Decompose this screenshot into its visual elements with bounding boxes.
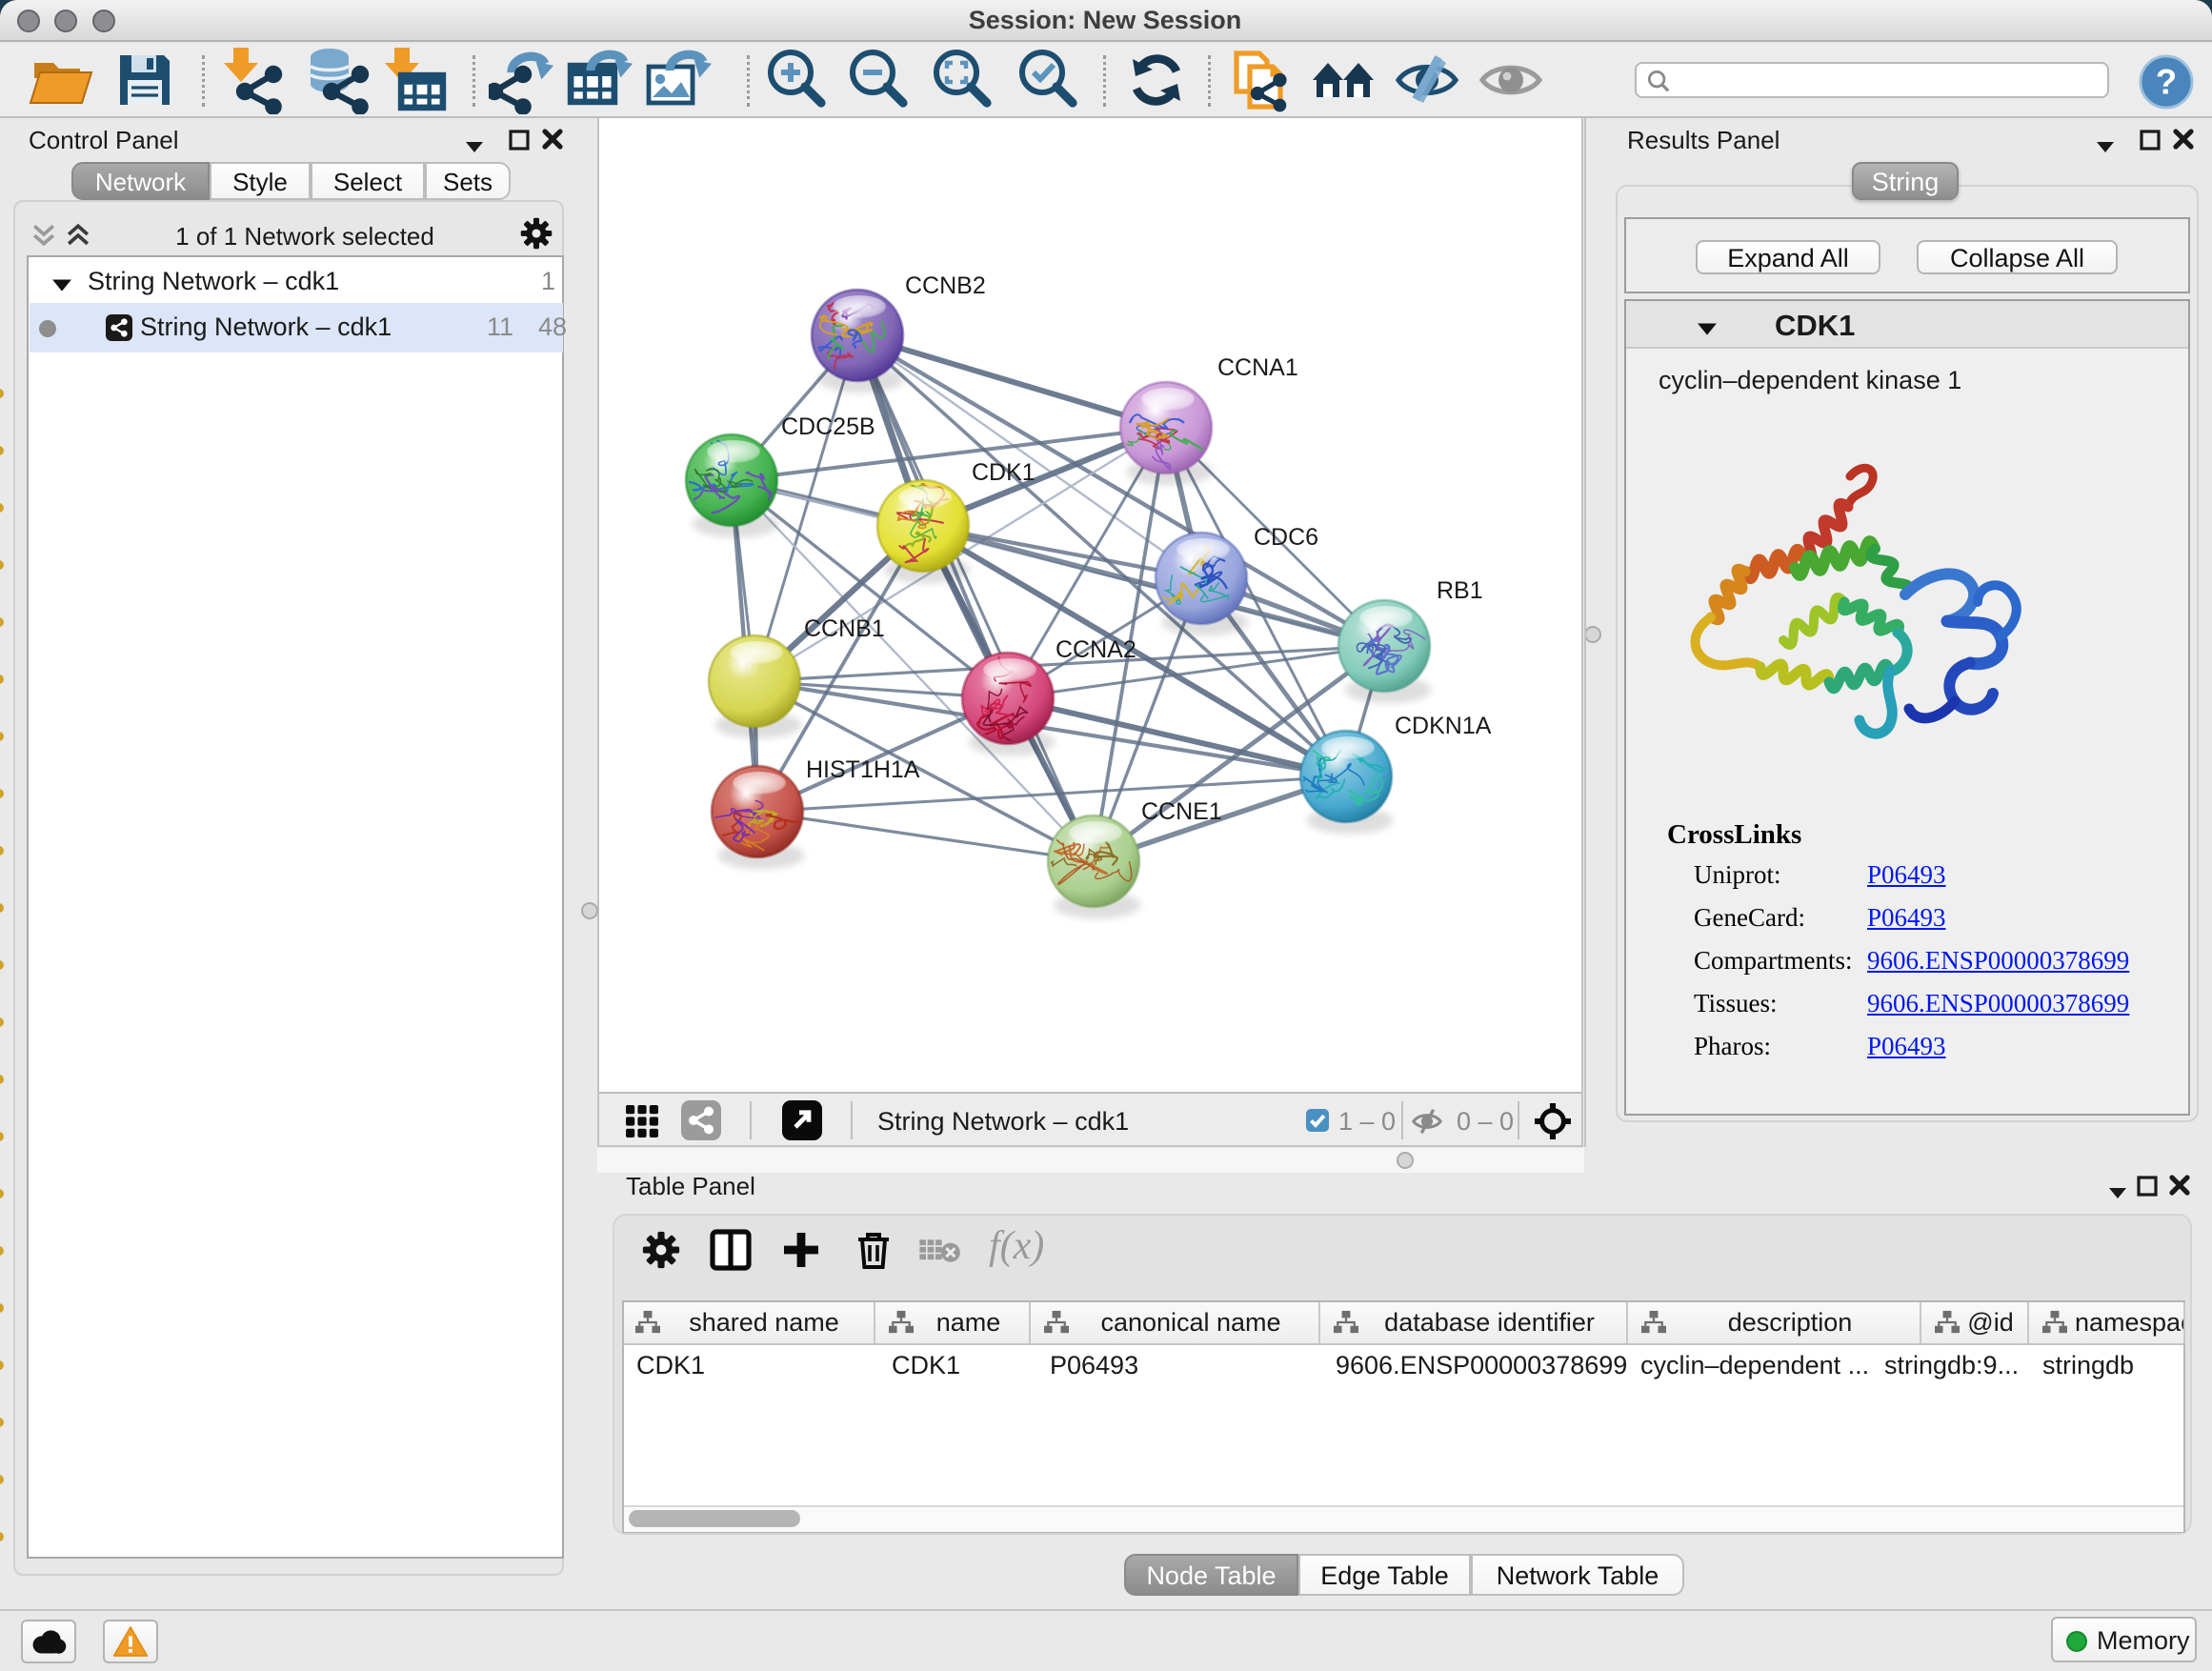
svg-text:CDKN1A: CDKN1A — [1395, 713, 1492, 739]
svg-text:RB1: RB1 — [1437, 577, 1483, 604]
svg-text:CCNA1: CCNA1 — [1217, 354, 1298, 381]
svg-text:CCNB2: CCNB2 — [905, 272, 986, 299]
svg-text:CCNE1: CCNE1 — [1141, 798, 1222, 825]
svg-text:CDC6: CDC6 — [1254, 524, 1318, 551]
svg-text:HIST1H1A: HIST1H1A — [806, 756, 920, 783]
svg-text:CDC25B: CDC25B — [781, 413, 875, 440]
svg-text:CCNB1: CCNB1 — [804, 615, 885, 642]
svg-text:CDK1: CDK1 — [972, 459, 1036, 486]
svg-text:?: ? — [2156, 63, 2177, 102]
svg-text:CCNA2: CCNA2 — [1056, 636, 1136, 663]
